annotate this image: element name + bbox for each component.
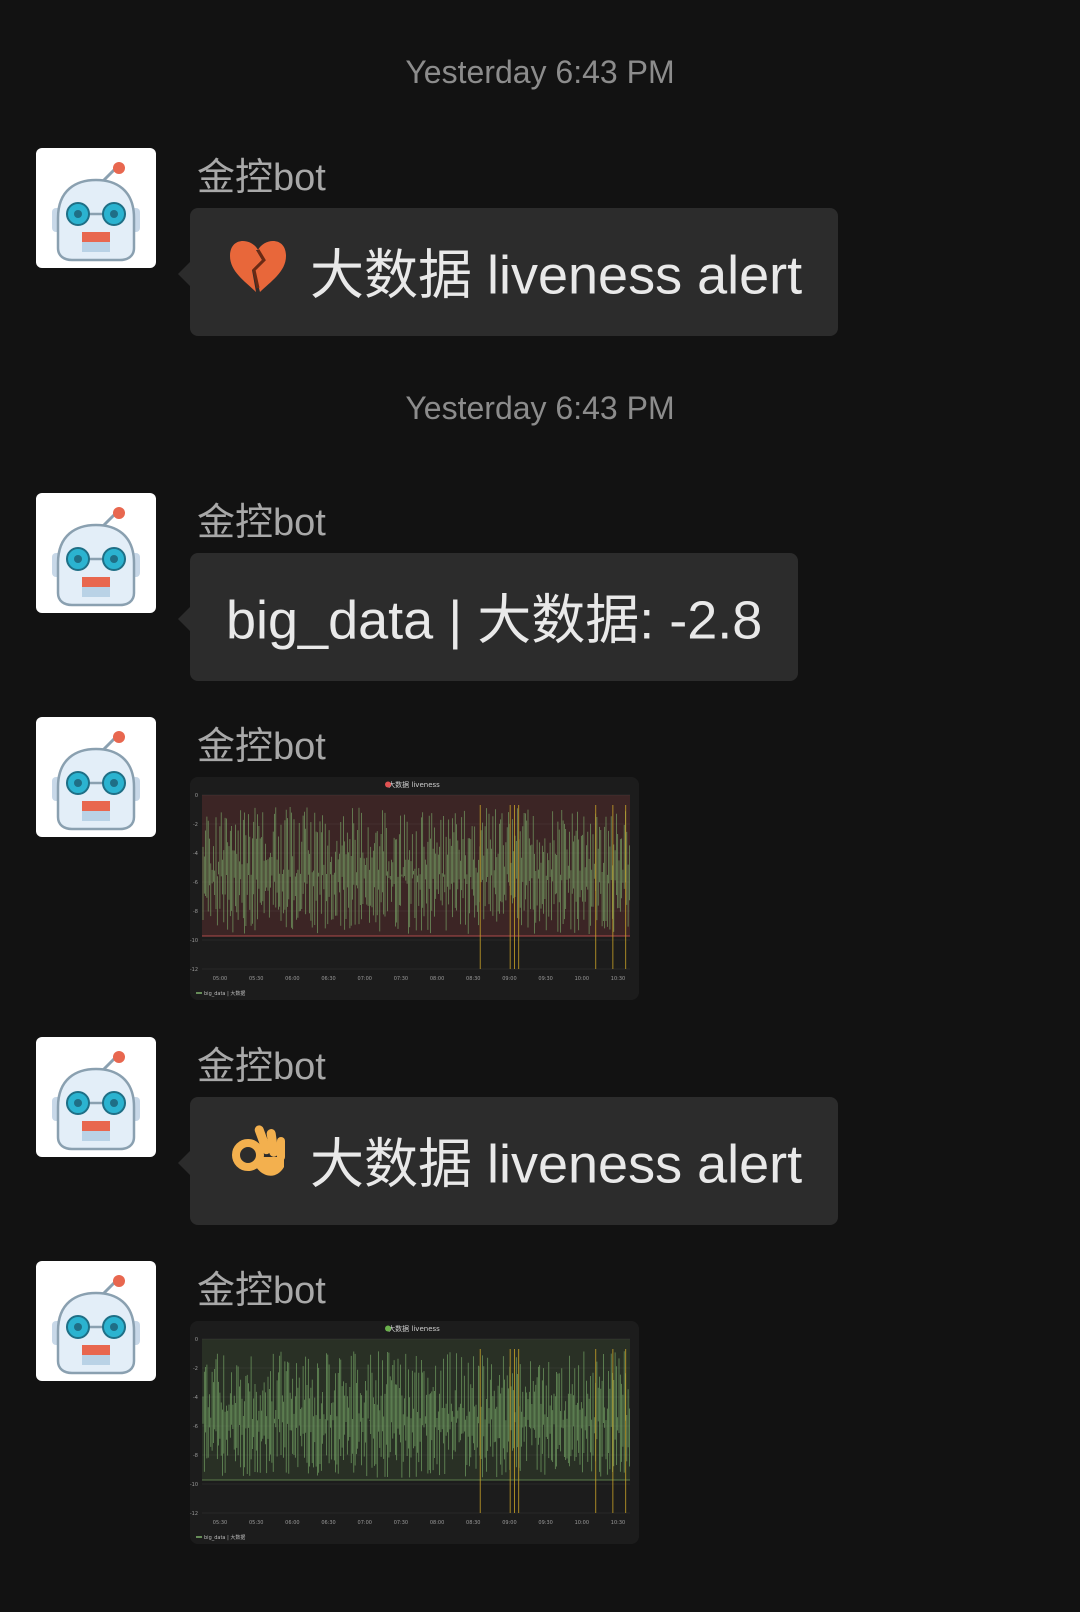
y-tick-label: -4 [193, 1395, 198, 1401]
sender-name: 金控bot [197, 502, 326, 544]
message-bubble[interactable]: 大数据 liveness alert [177, 208, 839, 336]
liveness-chart-image: 大数据 liveness 0 -2 -4 -6 -8 -10 -12 05:00 05:30 06:… [190, 777, 639, 1000]
x-tick-label: 07:00 [358, 1520, 372, 1526]
robot-icon [52, 507, 140, 607]
y-tick-label: -12 [190, 1511, 198, 1517]
chart-image-message[interactable]: 大数据 liveness 0 -2 -4 -6 -8 -10 -12 05:00 05:30 06:… [190, 777, 639, 1000]
sender-name: 金控bot [197, 1270, 326, 1312]
bot-avatar[interactable] [36, 493, 156, 613]
chart-title: 大数据 liveness [388, 1324, 440, 1333]
x-tick-label: 09:30 [538, 976, 552, 982]
y-tick-label: 0 [195, 1337, 198, 1343]
y-tick-label: -10 [190, 1482, 198, 1488]
x-tick-label: 10:30 [611, 976, 625, 982]
y-tick-label: -12 [190, 967, 198, 973]
x-tick-label: 06:00 [285, 976, 299, 982]
x-tick-label: 09:30 [538, 1520, 552, 1526]
y-tick-label: 0 [195, 793, 198, 799]
y-tick-label: -10 [190, 938, 198, 944]
message-text: big_data | 大数据: -2.8 [226, 590, 763, 651]
x-tick-label: 09:00 [502, 1520, 516, 1526]
x-tick-label: 07:00 [358, 976, 372, 982]
robot-icon [52, 162, 140, 262]
x-tick-label: 05:30 [249, 976, 263, 982]
ok-hand-icon [226, 1101, 290, 1229]
x-tick-label: 08:00 [430, 976, 444, 982]
liveness-chart-image: 大数据 liveness 0 -2 -4 -6 -8 -10 -12 05:30 05:30 06:… [190, 1321, 639, 1544]
x-tick-label: 05:30 [213, 1520, 227, 1526]
robot-icon [52, 1275, 140, 1375]
x-tick-label: 05:30 [249, 1520, 263, 1526]
robot-icon [52, 731, 140, 831]
legend-label: big_data | 大数据 [204, 1534, 245, 1541]
bot-avatar[interactable] [36, 1261, 156, 1381]
broken-heart-icon [385, 781, 391, 788]
message-text: 大数据 liveness alert [310, 1134, 803, 1195]
x-tick-label: 06:30 [321, 1520, 335, 1526]
x-tick-label: 10:30 [611, 1520, 625, 1526]
heart-icon [385, 1325, 391, 1332]
y-tick-label: -2 [193, 822, 198, 828]
timestamp: Yesterday 6:43 PM [405, 390, 675, 426]
x-tick-label: 08:30 [466, 976, 480, 982]
x-tick-label: 09:00 [502, 976, 516, 982]
y-tick-label: -4 [193, 851, 198, 857]
y-tick-label: -2 [193, 1366, 198, 1372]
y-tick-label: -8 [193, 909, 198, 915]
bot-avatar[interactable] [36, 1037, 156, 1157]
robot-icon [52, 1051, 140, 1151]
x-tick-label: 06:00 [285, 1520, 299, 1526]
legend-label: big_data | 大数据 [204, 990, 245, 997]
sender-name: 金控bot [197, 726, 326, 768]
y-tick-label: -6 [193, 1424, 198, 1430]
bot-avatar[interactable] [36, 148, 156, 268]
x-tick-label: 10:00 [575, 1520, 589, 1526]
x-tick-label: 05:00 [213, 976, 227, 982]
x-tick-label: 10:00 [575, 976, 589, 982]
y-tick-label: -8 [193, 1453, 198, 1459]
message-bubble[interactable]: big_data | 大数据: -2.8 [177, 553, 799, 681]
y-tick-label: -6 [193, 880, 198, 886]
timestamp: Yesterday 6:43 PM [405, 54, 675, 90]
message-text: 大数据 liveness alert [310, 245, 803, 306]
broken-heart-icon [226, 212, 290, 340]
chart-title: 大数据 liveness [388, 780, 440, 789]
x-tick-label: 06:30 [321, 976, 335, 982]
sender-name: 金控bot [197, 1046, 326, 1088]
chart-image-message[interactable]: 大数据 liveness 0 -2 -4 -6 -8 -10 -12 05:30 05:30 06:… [190, 1321, 639, 1544]
message-bubble[interactable]: 大数据 liveness alert [177, 1097, 839, 1225]
x-tick-label: 07:30 [394, 1520, 408, 1526]
x-tick-label: 08:30 [466, 1520, 480, 1526]
x-tick-label: 08:00 [430, 1520, 444, 1526]
bot-avatar[interactable] [36, 717, 156, 837]
x-tick-label: 07:30 [394, 976, 408, 982]
sender-name: 金控bot [197, 157, 326, 199]
